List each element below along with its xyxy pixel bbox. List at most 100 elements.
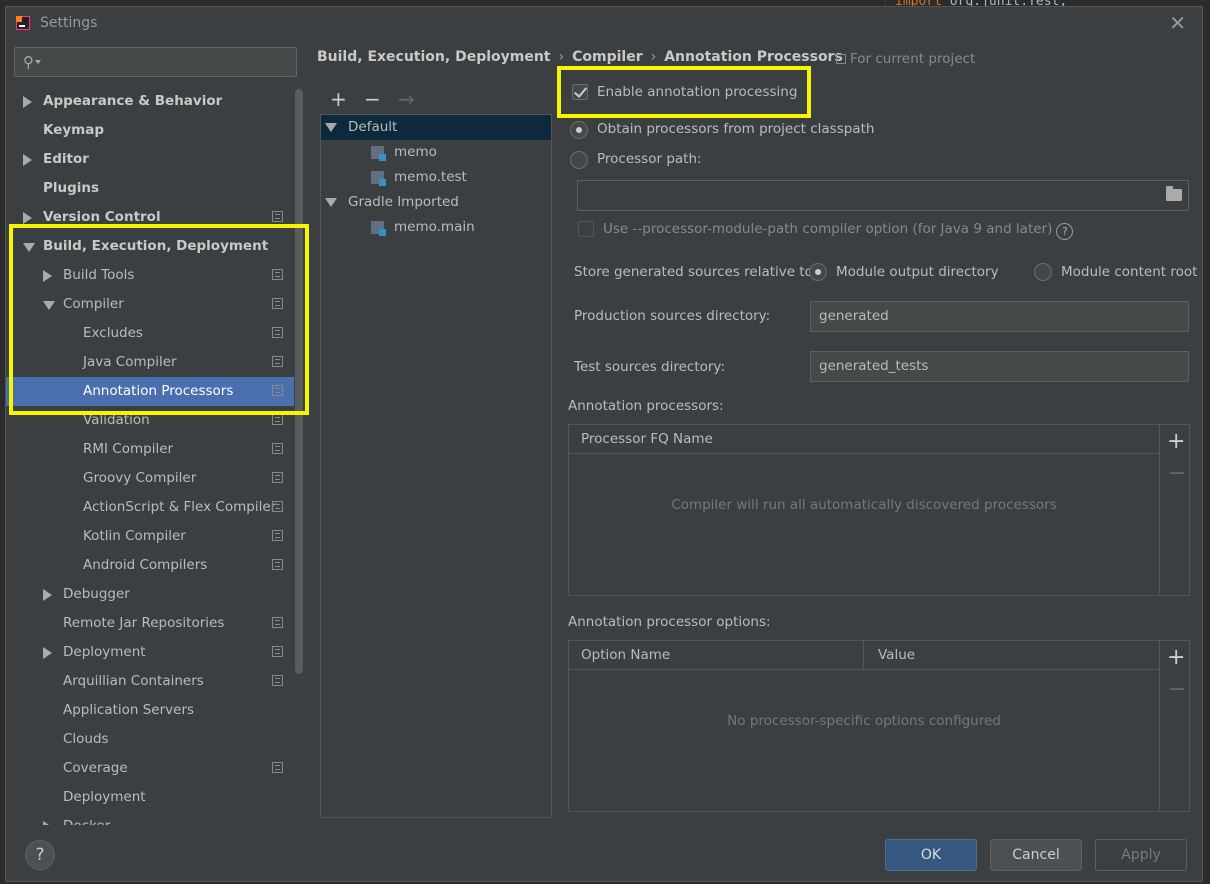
ok-button[interactable]: OK (885, 839, 977, 871)
options-side-toolbar: + − (1160, 640, 1190, 812)
settings-search-input[interactable]: ⚲ (14, 47, 297, 77)
processors-side-toolbar: + − (1160, 424, 1190, 596)
apply-button[interactable]: Apply (1095, 839, 1187, 871)
profile-item-gradle-imported[interactable]: Gradle Imported (321, 190, 551, 215)
tree-item-actionscript-flex-compiler[interactable]: ActionScript & Flex Compiler (6, 493, 294, 522)
column-processor-fq-name[interactable]: Processor FQ Name (569, 425, 713, 454)
project-level-icon (272, 472, 283, 483)
tree-item-label: Appearance & Behavior (43, 93, 223, 109)
obtain-from-classpath-label[interactable]: Obtain processors from project classpath (597, 121, 874, 137)
tree-item-label: Android Compilers (83, 557, 208, 573)
module-content-root-label[interactable]: Module content root (1061, 264, 1197, 280)
tree-item-arquillian-containers[interactable]: Arquillian Containers (6, 667, 294, 696)
tree-item-label: Editor (43, 151, 89, 167)
processor-path-label[interactable]: Processor path: (597, 151, 702, 167)
tree-item-groovy-compiler[interactable]: Groovy Compiler (6, 464, 294, 493)
tree-item-coverage[interactable]: Coverage (6, 754, 294, 783)
settings-dialog: Settings ✕ ⚲ Appearance & Behavior Keymap… (5, 6, 1203, 882)
tree-item-editor[interactable]: Editor (6, 145, 294, 174)
tree-item-label: Deployment (63, 789, 146, 805)
collapsed-arrow-icon[interactable] (43, 589, 52, 601)
collapsed-arrow-icon[interactable] (43, 821, 52, 825)
tree-item-kotlin-compiler[interactable]: Kotlin Compiler (6, 522, 294, 551)
table-header: Processor FQ Name (569, 425, 1159, 454)
module-output-directory-label[interactable]: Module output directory (836, 264, 999, 280)
remove-profile-button[interactable]: − (364, 87, 381, 111)
use-processor-module-path-checkbox[interactable] (578, 221, 594, 237)
tree-item-deployment[interactable]: Deployment (6, 783, 294, 812)
project-level-icon (272, 646, 283, 657)
annotation-processors-table: Processor FQ Name Compiler will run all … (568, 424, 1160, 596)
collapsed-arrow-icon[interactable] (23, 96, 32, 108)
tree-item-label: RMI Compiler (83, 441, 174, 457)
processor-path-radio[interactable] (570, 151, 588, 169)
breadcrumb-compiler[interactable]: Compiler (572, 49, 643, 65)
remove-processor-button[interactable]: − (1168, 461, 1186, 486)
module-label: memo.main (394, 219, 475, 235)
move-to-profile-button[interactable]: → (398, 87, 415, 111)
production-sources-directory-input[interactable]: generated (810, 301, 1189, 332)
collapsed-arrow-icon[interactable] (23, 154, 32, 166)
tree-item-docker[interactable]: Docker (6, 812, 294, 825)
add-profile-button[interactable]: + (330, 87, 347, 111)
tree-item-rmi-compiler[interactable]: RMI Compiler (6, 435, 294, 464)
tree-item-deployment[interactable]: Deployment (6, 638, 294, 667)
module-output-directory-radio[interactable] (809, 263, 827, 281)
tree-item-appearance-behavior[interactable]: Appearance & Behavior (6, 87, 294, 116)
obtain-from-classpath-radio[interactable] (570, 121, 588, 139)
help-button[interactable]: ? (25, 840, 55, 870)
project-level-icon (272, 443, 283, 454)
add-processor-button[interactable]: + (1167, 429, 1185, 454)
tree-item-remote-jar-repositories[interactable]: Remote Jar Repositories (6, 609, 294, 638)
highlight-box-tree (9, 224, 309, 415)
annotation-processor-options-table: Option Name Value No processor-specific … (568, 640, 1160, 812)
table-header: Option Name Value (569, 641, 1159, 670)
tree-item-application-servers[interactable]: Application Servers (6, 696, 294, 725)
tree-item-android-compilers[interactable]: Android Compilers (6, 551, 294, 580)
breadcrumb-annotation-processors: Annotation Processors (664, 49, 843, 65)
add-option-button[interactable]: + (1167, 645, 1185, 670)
tree-item-clouds[interactable]: Clouds (6, 725, 294, 754)
test-sources-directory-label: Test sources directory: (574, 359, 725, 375)
column-option-name[interactable]: Option Name (569, 641, 864, 670)
breadcrumb-separator: › (558, 49, 565, 65)
options-empty-text: No processor-specific options configured (727, 713, 1001, 729)
test-sources-directory-input[interactable]: generated_tests (810, 351, 1189, 382)
production-sources-directory-label: Production sources directory: (574, 308, 771, 324)
highlight-box-enable (557, 66, 811, 118)
tree-item-label: Keymap (43, 122, 105, 138)
module-label: memo.test (394, 169, 467, 185)
tree-item-label: Arquillian Containers (63, 673, 204, 689)
tree-item-debugger[interactable]: Debugger (6, 580, 294, 609)
project-level-icon (272, 559, 283, 570)
remove-option-button[interactable]: − (1168, 677, 1186, 702)
module-icon (371, 221, 386, 236)
expanded-arrow-icon[interactable] (325, 198, 337, 207)
column-value[interactable]: Value (866, 641, 915, 670)
collapsed-arrow-icon[interactable] (43, 647, 52, 659)
profile-item-memo-test[interactable]: memo.test (321, 165, 551, 190)
profile-item-default[interactable]: Default (321, 115, 551, 140)
processor-path-field[interactable] (577, 180, 1189, 211)
breadcrumb-build-execution-deployment[interactable]: Build, Execution, Deployment (317, 49, 551, 65)
search-history-dropdown-icon[interactable] (35, 60, 41, 64)
close-icon[interactable]: ✕ (1169, 11, 1186, 35)
help-icon[interactable]: ? (1056, 223, 1074, 240)
tree-item-keymap[interactable]: Keymap (6, 116, 294, 145)
collapsed-arrow-icon[interactable] (23, 212, 32, 224)
project-level-icon (272, 675, 283, 686)
tree-item-label: Groovy Compiler (83, 470, 197, 486)
folder-icon[interactable] (1166, 186, 1182, 201)
expanded-arrow-icon[interactable] (325, 123, 337, 132)
settings-tree: Appearance & Behavior Keymap Editor Plugins… (6, 87, 306, 825)
tree-item-label: Coverage (63, 760, 128, 776)
profile-item-memo[interactable]: memo (321, 140, 551, 165)
project-level-icon (272, 762, 283, 773)
title-bar: Settings ✕ (6, 7, 1202, 40)
tree-item-plugins[interactable]: Plugins (6, 174, 294, 203)
profile-item-memo-main[interactable]: memo.main (321, 215, 551, 240)
module-content-root-radio[interactable] (1034, 263, 1052, 281)
cancel-button[interactable]: Cancel (990, 839, 1082, 871)
use-processor-module-path-label: Use --processor-module-path compiler opt… (603, 221, 1074, 240)
use-processor-module-path-text: Use --processor-module-path compiler opt… (603, 221, 1053, 237)
